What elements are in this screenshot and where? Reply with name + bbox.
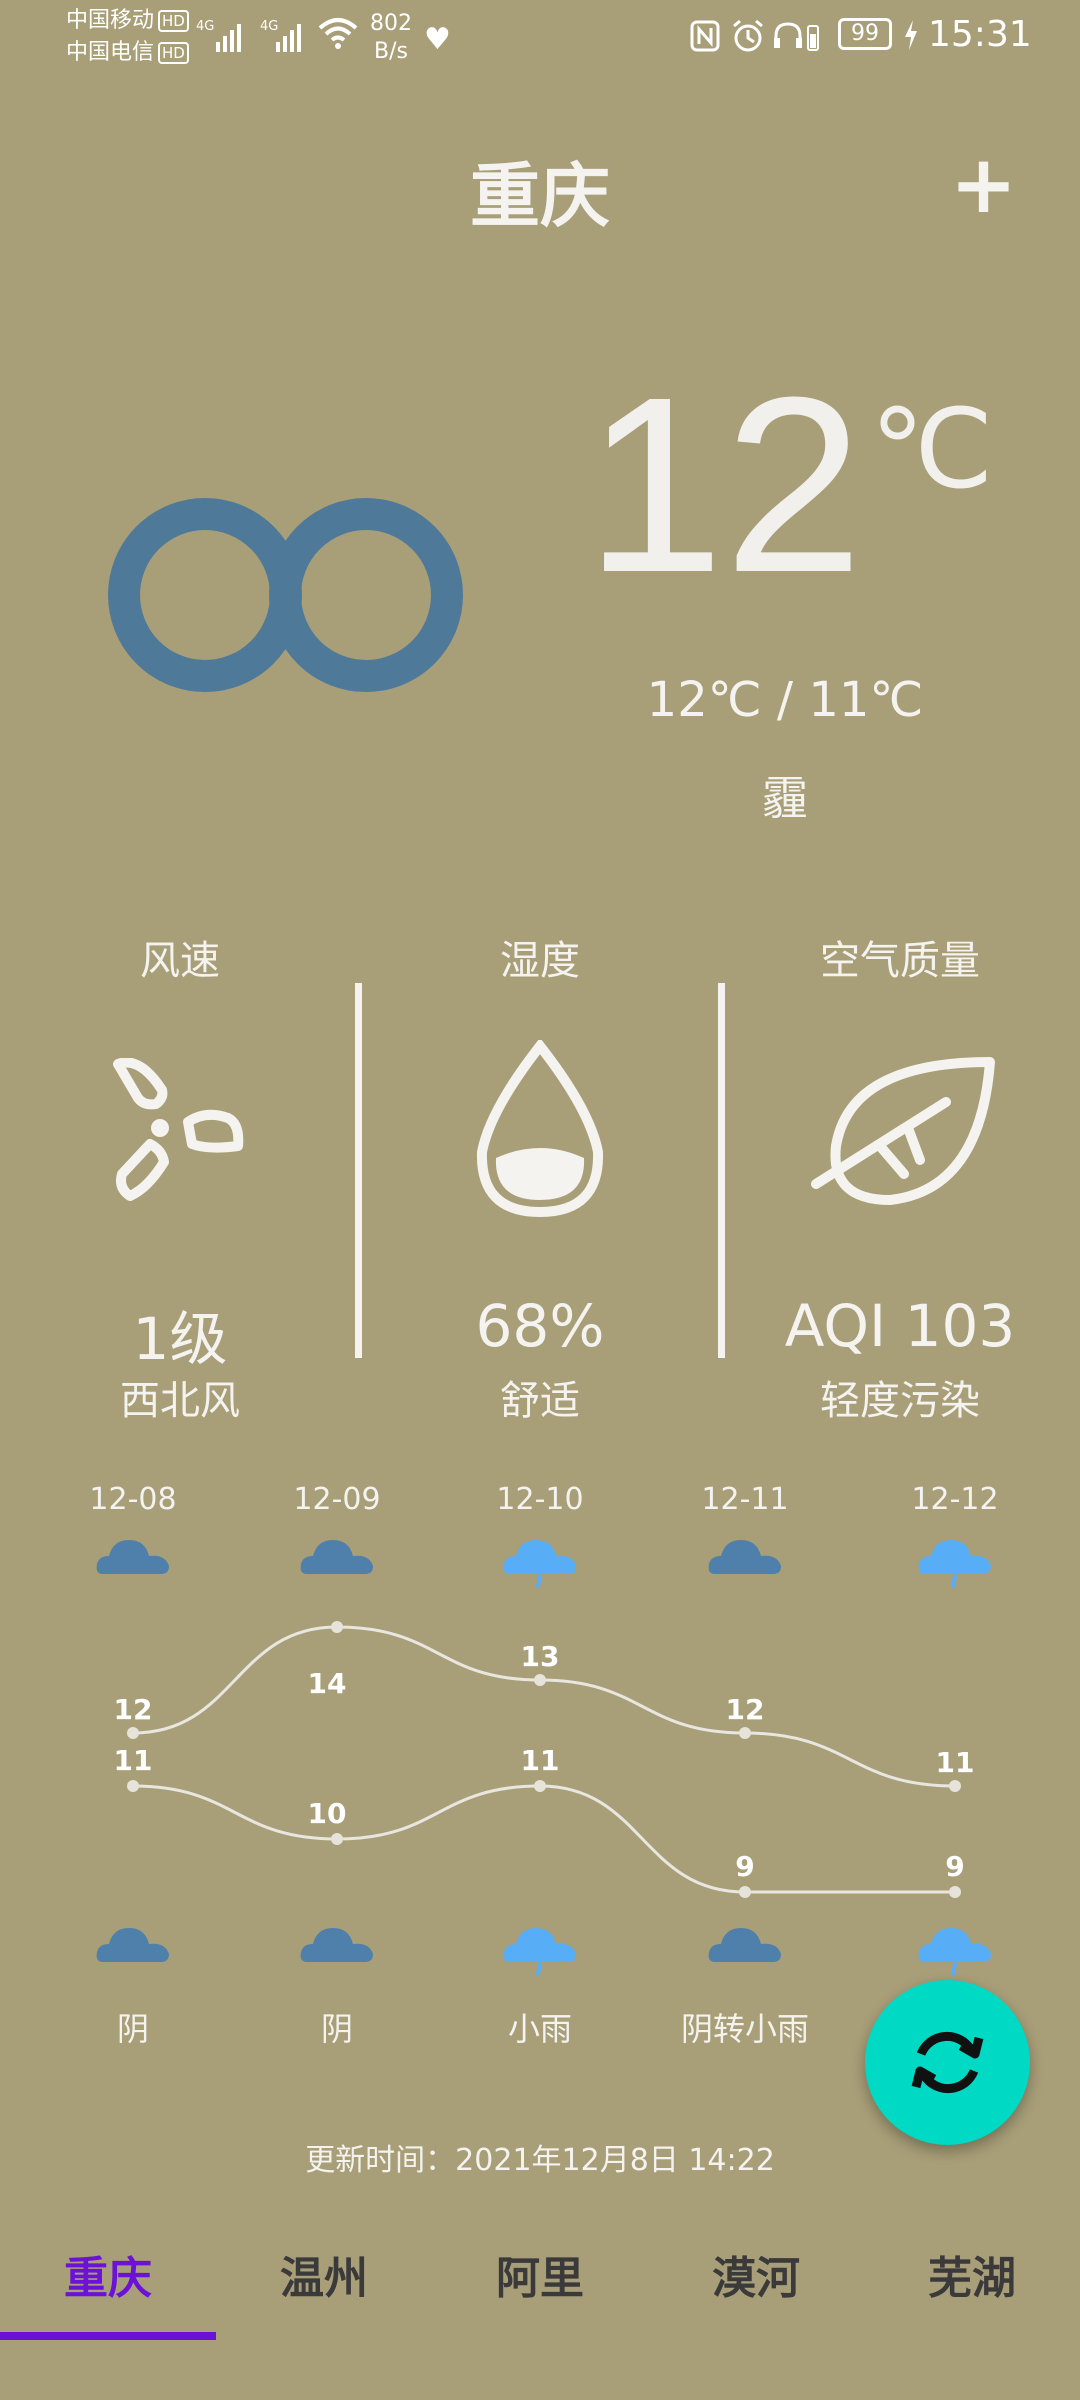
high-temp-line-point: [331, 1621, 343, 1633]
air-quality-label: 空气质量: [820, 938, 980, 984]
tab-2[interactable]: 温州: [216, 2242, 432, 2306]
signal-icon: 4G 4G: [196, 16, 306, 60]
high-temp-line: [132, 1625, 956, 1788]
active-tab-indicator: [0, 2332, 216, 2340]
high-temp-line-point: [739, 1727, 751, 1739]
low-temp-line-point: [127, 1780, 139, 1792]
wind-level: 1级: [132, 1305, 228, 1373]
haze-icon: [108, 495, 463, 699]
alarm-icon: [730, 18, 766, 58]
temperature-unit: ℃: [870, 388, 994, 511]
city-title: 重庆: [470, 155, 610, 237]
charging-icon: [902, 18, 920, 56]
battery-indicator: 99: [838, 18, 892, 50]
tab-4[interactable]: 漠河: [648, 2242, 864, 2306]
high-temp-line-point: [534, 1674, 546, 1686]
net-speed: 802 B/s: [370, 11, 412, 64]
high-temp-line-point: [127, 1727, 139, 1739]
humidity-label: 湿度: [500, 938, 580, 984]
refresh-icon: [911, 2031, 984, 2094]
tab-3[interactable]: 阿里: [432, 2242, 648, 2306]
low-temp-line-point: [331, 1833, 343, 1845]
nfc-icon: [690, 20, 720, 56]
headset-battery-icon: [772, 18, 822, 58]
wifi-icon: [318, 16, 358, 54]
net-label-1: 4G: [196, 19, 214, 34]
status-carrier-1: 中国移动 HD: [66, 6, 189, 36]
low-temp-line-point: [739, 1886, 751, 1898]
temperature-range: 12℃ / 11℃: [646, 672, 924, 728]
low-temp-line: [132, 1784, 955, 1894]
current-condition: 霾: [762, 771, 808, 825]
low-temp-line-point: [534, 1780, 546, 1792]
add-city-button[interactable]: +: [950, 138, 1017, 231]
leaf-icon: [810, 1050, 1000, 1214]
droplet-icon: [470, 1037, 610, 1224]
health-heart-icon: ♥: [424, 22, 451, 57]
current-temperature: 12: [585, 345, 864, 624]
status-carrier-2: 中国电信 HD: [66, 38, 189, 68]
humidity-value: 68%: [475, 1292, 605, 1360]
refresh-button[interactable]: [865, 1980, 1030, 2145]
status-time: 15:31: [928, 14, 1032, 55]
fan-icon: [110, 1057, 245, 1212]
aqi-value: AQI 103: [784, 1292, 1016, 1360]
high-temp-line-point: [949, 1780, 961, 1792]
low-temp-line-point: [949, 1886, 961, 1898]
tab-5[interactable]: 芜湖: [864, 2242, 1080, 2306]
tab-1[interactable]: 重庆: [0, 2242, 216, 2306]
net-label-2: 4G: [260, 19, 278, 34]
wind-label: 风速: [140, 938, 220, 984]
